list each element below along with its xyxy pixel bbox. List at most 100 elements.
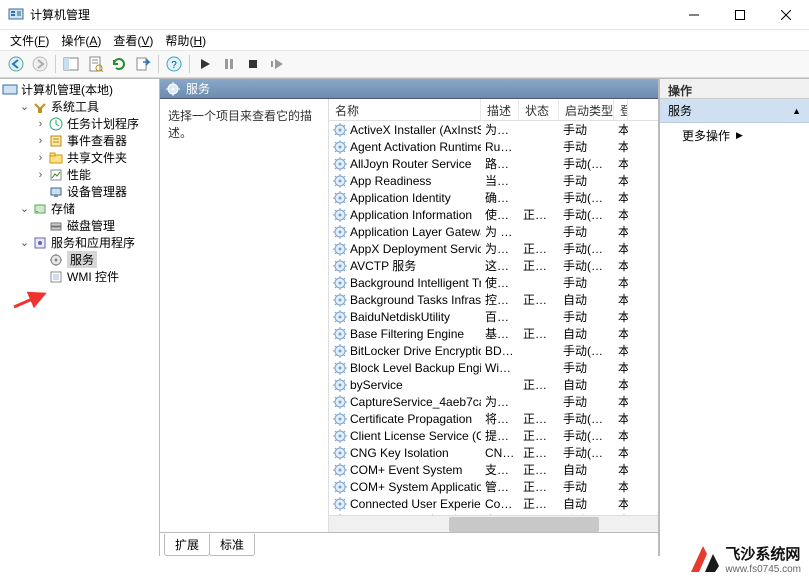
menu-view[interactable]: 查看(V): [107, 30, 159, 51]
service-row[interactable]: CNG Key IsolationCNG ...正在 ...手动(触发 ...本: [329, 444, 658, 461]
expander-closed-icon[interactable]: ›: [34, 168, 47, 181]
gear-icon: [333, 463, 347, 477]
tabs-bar: 扩展 标准: [160, 532, 658, 556]
expander-closed-icon[interactable]: ›: [34, 117, 47, 130]
watermark-logo: [689, 544, 719, 574]
actions-more[interactable]: 更多操作 ▶: [660, 123, 809, 148]
tree-root[interactable]: 计算机管理(本地): [0, 81, 159, 98]
menu-file[interactable]: 文件(F): [4, 30, 55, 51]
tree-wmi[interactable]: ›WMI 控件: [32, 268, 159, 285]
service-row[interactable]: COM+ Event System支持 ...正在 ...自动本: [329, 461, 658, 478]
tab-standard[interactable]: 标准: [209, 534, 255, 556]
gear-icon: [333, 208, 347, 222]
restart-service-button[interactable]: [265, 53, 289, 75]
maximize-button[interactable]: [717, 0, 763, 30]
export-button[interactable]: [131, 53, 155, 75]
horizontal-scrollbar[interactable]: [329, 515, 658, 532]
expander-open-icon[interactable]: ⌄: [18, 236, 31, 249]
service-row[interactable]: BitLocker Drive Encryption ...BDE...手动(触…: [329, 342, 658, 359]
col-state[interactable]: 状态: [519, 99, 559, 120]
service-row[interactable]: CaptureService_4aeb7ca为调 ...手动本: [329, 393, 658, 410]
service-row[interactable]: Block Level Backup Engine ...Win...手动本: [329, 359, 658, 376]
service-row[interactable]: Application Information使用 ...正在 ...手动(触发…: [329, 206, 658, 223]
stop-service-button[interactable]: [241, 53, 265, 75]
window-title: 计算机管理: [30, 6, 671, 23]
tree-task-scheduler[interactable]: ›任务计划程序: [32, 115, 159, 132]
back-button[interactable]: [4, 53, 28, 75]
service-row[interactable]: Application Identity确定 ...手动(触发 ...本: [329, 189, 658, 206]
service-row[interactable]: COM+ System Application管理 ...正在 ...手动本: [329, 478, 658, 495]
properties-button[interactable]: [83, 53, 107, 75]
tree-device-manager[interactable]: ›设备管理器: [32, 183, 159, 200]
center-panel: 服务 选择一个项目来查看它的描述。 名称 描述 状态 启动类型 登 Active…: [160, 79, 659, 556]
tab-extended[interactable]: 扩展: [164, 534, 210, 556]
expander-closed-icon[interactable]: ›: [34, 151, 47, 164]
service-row[interactable]: Background Intelligent Tra...使用 ...手动本: [329, 274, 658, 291]
service-row[interactable]: AVCTP 服务这是 ...正在 ...手动(触发 ...本: [329, 257, 658, 274]
gear-icon: [333, 446, 347, 460]
refresh-button[interactable]: [107, 53, 131, 75]
titlebar: 计算机管理: [0, 0, 809, 30]
tree-storage[interactable]: ⌄存储: [16, 200, 159, 217]
service-row[interactable]: byService正在 ...自动本: [329, 376, 658, 393]
minimize-button[interactable]: [671, 0, 717, 30]
col-name[interactable]: 名称: [329, 99, 481, 120]
service-row[interactable]: AppX Deployment Service ...为部 ...正在 ...手…: [329, 240, 658, 257]
col-logon[interactable]: 登: [614, 99, 628, 120]
help-button[interactable]: ?: [162, 53, 186, 75]
gear-icon: [333, 157, 347, 171]
gear-icon: [333, 361, 347, 375]
pause-service-button[interactable]: [217, 53, 241, 75]
services-list[interactable]: 名称 描述 状态 启动类型 登 ActiveX Installer (AxIns…: [328, 99, 658, 532]
service-row[interactable]: Agent Activation Runtime ...Runt...手动本: [329, 138, 658, 155]
menubar: 文件(F) 操作(A) 查看(V) 帮助(H): [0, 30, 809, 50]
actions-panel: 操作 服务 ▲ 更多操作 ▶: [659, 79, 809, 556]
gear-icon: [333, 225, 347, 239]
service-row[interactable]: Base Filtering Engine基本 ...正在 ...自动本: [329, 325, 658, 342]
start-service-button[interactable]: [193, 53, 217, 75]
col-startup[interactable]: 启动类型: [559, 99, 614, 120]
gear-icon: [333, 276, 347, 290]
chevron-right-icon: ▶: [736, 130, 743, 141]
tree-system-tools[interactable]: ⌄ 系统工具: [16, 98, 159, 115]
service-row[interactable]: Client License Service (Clip...提供 ...正在 …: [329, 427, 658, 444]
expander-open-icon[interactable]: ⌄: [18, 100, 31, 113]
gear-icon: [333, 497, 347, 511]
main-area: 计算机管理(本地) ⌄ 系统工具 ›任务计划程序 ›事件查看器: [0, 78, 809, 556]
gear-icon: [333, 395, 347, 409]
scrollbar-thumb[interactable]: [449, 517, 599, 532]
tree-performance[interactable]: ›性能: [32, 166, 159, 183]
tree-event-viewer[interactable]: ›事件查看器: [32, 132, 159, 149]
tree-panel[interactable]: 计算机管理(本地) ⌄ 系统工具 ›任务计划程序 ›事件查看器: [0, 79, 160, 556]
service-row[interactable]: Certificate Propagation将用 ...正在 ...手动(触发…: [329, 410, 658, 427]
tree-services-apps[interactable]: ⌄服务和应用程序: [16, 234, 159, 251]
gear-icon: [166, 82, 180, 96]
tree-shared-folders[interactable]: ›共享文件夹: [32, 149, 159, 166]
gear-icon: [333, 140, 347, 154]
service-row[interactable]: AllJoyn Router Service路由 ...手动(触发 ...本: [329, 155, 658, 172]
collapse-icon[interactable]: ▲: [792, 106, 801, 116]
service-row[interactable]: BaiduNetdiskUtility百度 ...手动本: [329, 308, 658, 325]
gear-icon: [333, 344, 347, 358]
show-hide-tree-button[interactable]: [59, 53, 83, 75]
service-row[interactable]: Application Layer Gateway ...为 In...手动本: [329, 223, 658, 240]
col-desc[interactable]: 描述: [481, 99, 519, 120]
tree-services[interactable]: ›服务: [32, 251, 159, 268]
service-row[interactable]: Connected User Experienc...Con...正在 ...自…: [329, 495, 658, 512]
tree-disk-management[interactable]: ›磁盘管理: [32, 217, 159, 234]
column-headers[interactable]: 名称 描述 状态 启动类型 登: [329, 99, 658, 121]
menu-help[interactable]: 帮助(H): [159, 30, 212, 51]
close-button[interactable]: [763, 0, 809, 30]
service-description-pane: 选择一个项目来查看它的描述。: [160, 99, 328, 532]
gear-icon: [333, 310, 347, 324]
service-row[interactable]: ActiveX Installer (AxInstSV)为从 ...手动本: [329, 121, 658, 138]
menu-action[interactable]: 操作(A): [55, 30, 107, 51]
actions-section[interactable]: 服务 ▲: [660, 99, 809, 123]
forward-button[interactable]: [28, 53, 52, 75]
service-row[interactable]: Background Tasks Infrastru...控制 ...正在 ..…: [329, 291, 658, 308]
expander-closed-icon[interactable]: ›: [34, 134, 47, 147]
service-row[interactable]: App Readiness当用 ...手动本: [329, 172, 658, 189]
svg-text:?: ?: [171, 60, 177, 71]
watermark: 飞沙系统网 www.fs0745.com: [689, 543, 801, 575]
expander-open-icon[interactable]: ⌄: [18, 202, 31, 215]
